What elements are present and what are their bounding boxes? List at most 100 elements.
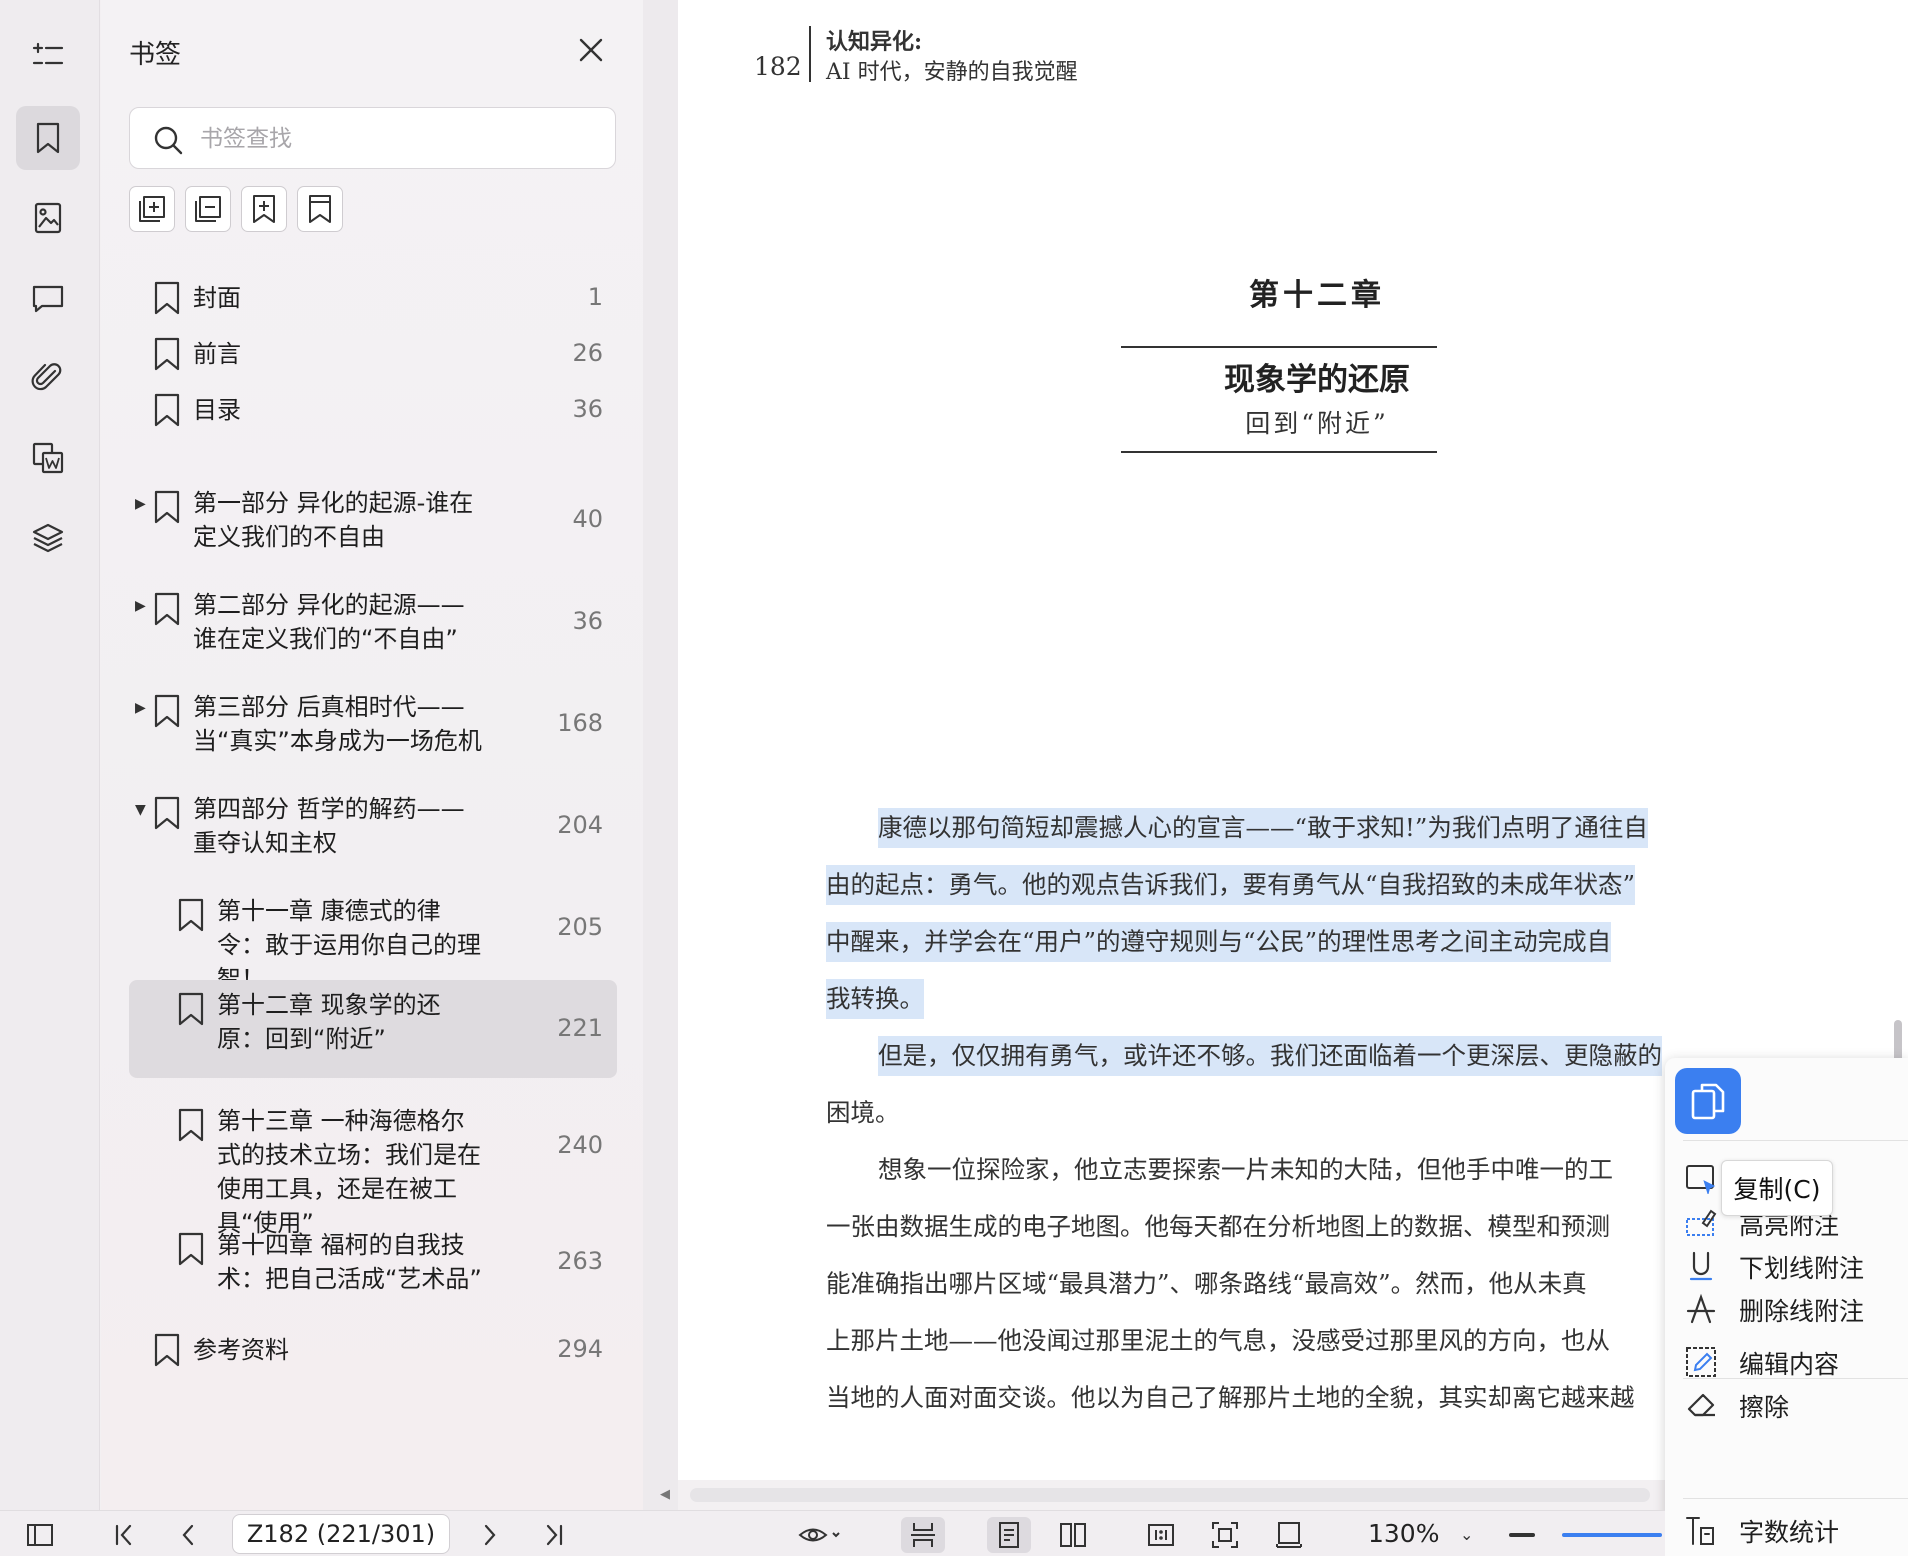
bookmark-icon [178,1108,204,1142]
bookmark-panel-icon[interactable] [16,106,80,170]
bookmark-icon [178,898,204,932]
bookmark-item[interactable]: 第十四章 福柯的自我技术：把自己活成“艺术品” 263 [129,1220,617,1304]
collapsed-caret-icon[interactable]: ▶ [135,598,146,614]
attachment-icon[interactable] [16,346,80,410]
fit-page-icon[interactable] [1203,1517,1247,1553]
page-number-field[interactable]: Z182 (221/301) [232,1514,450,1554]
menu-item-label: 擦除 [1739,1393,1790,1422]
bookmark-item[interactable]: 第十二章 现象学的还原：回到“附近” 221 [129,980,617,1078]
menu-separator [1683,1140,1908,1141]
collapsed-caret-icon[interactable]: ▶ [135,700,146,716]
bookmark-page-number: 36 [572,607,603,635]
bookmark-icon [178,1232,204,1266]
bookmark-item[interactable]: 封面 1 [129,270,617,326]
close-icon[interactable] [575,34,607,66]
expand-all-button[interactable] [129,186,175,232]
bookmark-item[interactable]: ▶ 第三部分 后真相时代——当“真实”本身成为一场危机 168 [129,682,617,766]
menu-item-label: 编辑内容 [1739,1350,1840,1379]
single-page-icon[interactable] [987,1517,1031,1553]
bookmark-icon [154,592,180,626]
bookmark-item[interactable]: 目录 36 [129,382,617,438]
word-count-item[interactable]: 字数统计 [1685,1508,1908,1552]
bookmark-item[interactable]: 参考资料 294 [129,1322,617,1378]
two-page-icon[interactable] [1051,1517,1095,1553]
text-line[interactable]: 当地的人面对面交谈。他以为自己了解那片土地的全貌，其实却离它越来越 [826,1378,1635,1418]
continuous-scroll-icon[interactable] [901,1517,945,1553]
bookmark-search[interactable] [129,107,616,169]
bookmark-item[interactable]: 第十三章 一种海德格尔式的技术立场：我们是在使用工具，还是在被工具“使用” 240 [129,1096,617,1237]
underline-icon [1689,1251,1713,1281]
text-line[interactable]: 康德以那句简短却震撼人心的宣言——“敢于求知!”为我们点明了通往自 [878,808,1648,848]
text-line[interactable]: 能准确指出哪片区域“最具潜力”、哪条路线“最高效”。然而，他从未真 [826,1264,1587,1304]
zoom-out-icon[interactable] [1509,1533,1535,1537]
strikethrough-annotation-item[interactable]: 删除线附注 [1685,1287,1908,1331]
view-mode-eye-icon[interactable] [790,1517,850,1553]
text-line[interactable]: 上那片土地——他没闻过那里泥土的气息，没感受过那里风的方向，也从 [826,1321,1610,1361]
text-line[interactable]: 但是，仅仅拥有勇气，或许还不够。我们还面临着一个更深层、更隐蔽的 [878,1036,1662,1076]
running-head-divider [809,26,811,82]
scroll-left-icon[interactable]: ◀ [660,1487,670,1502]
actual-size-icon[interactable] [1139,1517,1183,1553]
strikethrough-icon [1686,1293,1716,1324]
chevron-down-icon[interactable]: ⌄ [1460,1525,1473,1544]
vertical-scrollbar-thumb[interactable] [1894,1020,1902,1062]
word-export-icon[interactable] [16,426,80,490]
bookmark-label: 第一部分 异化的起源-谁在定义我们的不自由 [193,489,474,551]
bookmark-button[interactable] [297,186,343,232]
running-head-title: 认知异化: [826,29,923,55]
last-page-icon[interactable] [532,1517,576,1553]
erase-item[interactable]: 擦除 [1685,1383,1908,1427]
text-line[interactable]: 我转换。 [826,979,924,1019]
copy-tooltip: 复制(C) [1721,1160,1833,1216]
panel-divider[interactable] [643,0,678,1510]
next-page-icon[interactable] [468,1517,512,1553]
collapsed-caret-icon[interactable]: ▶ [135,496,146,512]
collapse-all-button[interactable] [185,186,231,232]
text-line[interactable]: 由的起点：勇气。他的观点告诉我们，要有勇气从“自我招致的未成年状态” [826,865,1636,905]
first-page-icon[interactable] [102,1517,146,1553]
layers-icon[interactable] [16,506,80,570]
bookmark-icon [154,337,180,371]
copy-button[interactable] [1675,1068,1741,1134]
bookmark-panel: 书签 封面1前言26目录36▶第一部分 异化的起源-谁在定义我 [101,0,643,1510]
horizontal-scrollbar[interactable] [690,1488,1650,1502]
bookmark-item[interactable]: ▶ 第一部分 异化的起源-谁在定义我们的不自由 40 [129,478,617,562]
add-bookmark-button[interactable] [241,186,287,232]
comment-icon[interactable] [16,266,80,330]
search-icon [154,126,183,155]
zoom-slider[interactable] [1562,1533,1662,1537]
outline-toggle-icon[interactable] [16,24,80,88]
sidebar-toggle-icon[interactable] [18,1517,62,1553]
underline-annotation-item[interactable]: 下划线附注 [1685,1244,1908,1288]
edit-icon [1686,1347,1716,1377]
chapter-title: 现象学的还原 [1224,362,1410,398]
bookmark-item[interactable]: 第十一章 康德式的律令：敢于运用你自己的理智！ 205 [129,886,617,993]
zoom-level[interactable]: 130% [1368,1519,1439,1548]
text-line[interactable]: 想象一位探险家，他立志要探索一片未知的大陆，但他手中唯一的工 [878,1150,1613,1190]
thumbnail-icon[interactable] [16,186,80,250]
bookmark-page-number: 263 [557,1247,603,1275]
bookmark-label: 第二部分 异化的起源——谁在定义我们的“不自由” [193,591,465,653]
previous-page-icon[interactable] [166,1517,210,1553]
bookmark-item[interactable]: ▼ 第四部分 哲学的解药——重夺认知主权 204 [129,784,617,868]
running-head-page-number: 182 [754,52,802,81]
text-line[interactable]: 一张由数据生成的电子地图。他每天都在分析地图上的数据、模型和预测 [826,1207,1610,1247]
bookmark-icon [154,393,180,427]
bookmark-label: 参考资料 [193,1336,289,1364]
edit-content-item[interactable]: 编辑内容 [1685,1340,1908,1384]
bookmark-item[interactable]: ▶ 第二部分 异化的起源——谁在定义我们的“不自由” 36 [129,580,617,664]
bookmark-item[interactable]: 前言 26 [129,326,617,382]
word-count-icon [1686,1517,1714,1545]
text-line[interactable]: 困境。 [826,1093,900,1133]
bookmark-label: 第十四章 福柯的自我技术：把自己活成“艺术品” [217,1231,482,1293]
bookmark-icon [154,796,180,830]
bookmark-label: 第四部分 哲学的解药——重夺认知主权 [193,795,465,857]
search-input[interactable] [200,120,600,158]
bookmark-page-number: 168 [557,709,603,737]
title-rule-bottom [1121,451,1437,453]
bookmark-icon [178,992,204,1026]
expanded-caret-icon[interactable]: ▼ [135,802,146,818]
text-line[interactable]: 中醒来，并学会在“用户”的遵守规则与“公民”的理性思考之间主动完成自 [826,922,1612,962]
fit-width-icon[interactable] [1267,1517,1311,1553]
title-rule-top [1121,346,1437,348]
